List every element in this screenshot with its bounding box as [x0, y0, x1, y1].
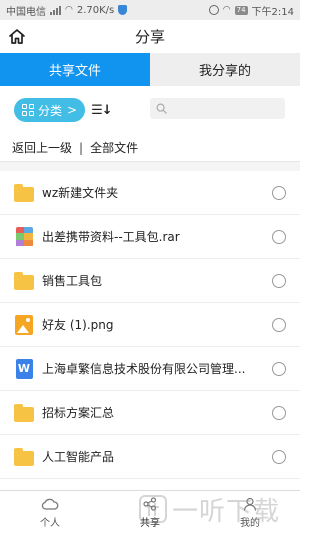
search-box[interactable] — [150, 98, 285, 119]
category-button[interactable]: 分类 > — [14, 98, 86, 122]
grid-icon — [22, 104, 34, 116]
word-file-icon: W — [14, 358, 34, 379]
sort-icon[interactable]: ☰↓ — [91, 103, 113, 118]
chevron-right-icon: > — [67, 103, 78, 117]
page-title: 分享 — [134, 28, 165, 46]
file-name: 招标方案汇总 — [42, 406, 115, 420]
select-radio[interactable] — [272, 273, 286, 288]
wifi-icon: ◠ — [222, 5, 231, 15]
shield-icon — [118, 5, 128, 15]
cloud-icon — [41, 496, 59, 512]
file-name: 上海卓繁信息技术股份有限公司管理... — [42, 362, 246, 376]
folder-icon — [14, 183, 34, 203]
carrier-label: 中国电信 — [6, 6, 46, 18]
list-item[interactable]: 招标方案汇总 — [0, 391, 300, 435]
file-name: 好友 (1).png — [42, 318, 114, 332]
list-item[interactable]: 人工智能产品 — [0, 435, 300, 479]
list-item[interactable]: wz新建文件夹 — [0, 171, 300, 215]
archive-icon — [14, 226, 34, 247]
share-icon — [143, 496, 157, 512]
nav-mine-label: 我的 — [240, 517, 260, 529]
status-time: 下午2:14 — [251, 6, 294, 18]
nav-shared[interactable]: 共享 — [100, 491, 200, 533]
breadcrumb: 返回上一级 | 全部文件 — [0, 134, 300, 162]
bottom-nav: 个人 共享 我的 — [0, 490, 300, 533]
nav-personal[interactable]: 个人 — [0, 491, 100, 533]
list-item[interactable]: 出差携带资料--工具包.rar — [0, 215, 300, 259]
tab-shared-files[interactable]: 共享文件 — [0, 53, 150, 86]
select-radio[interactable] — [272, 317, 286, 332]
status-bar: 中国电信 ◠ 2.70K/s ◠ 74 下午2:14 — [0, 0, 300, 20]
nav-shared-label: 共享 — [140, 517, 160, 529]
file-name: 出差携带资料--工具包.rar — [42, 230, 180, 244]
search-icon — [156, 103, 167, 114]
list-item[interactable]: 销售工具包 — [0, 259, 300, 303]
select-radio[interactable] — [272, 449, 286, 464]
breadcrumb-separator: | — [79, 140, 84, 155]
image-file-icon — [14, 314, 34, 335]
signal-icon — [50, 5, 61, 15]
select-radio[interactable] — [272, 405, 286, 420]
filter-row: 分类 > ☰↓ — [0, 86, 300, 134]
network-speed: 2.70K/s — [76, 4, 115, 16]
file-list: wz新建文件夹 出差携带资料--工具包.rar 销售工具包 好友 (1).png… — [0, 171, 300, 479]
select-radio[interactable] — [272, 185, 286, 200]
file-name: 销售工具包 — [42, 274, 103, 288]
select-radio[interactable] — [272, 229, 286, 244]
divider — [0, 162, 300, 171]
list-item[interactable]: W 上海卓繁信息技术股份有限公司管理... — [0, 347, 300, 391]
select-radio[interactable] — [272, 361, 286, 376]
folder-icon — [14, 447, 34, 467]
list-item[interactable]: 好友 (1).png — [0, 303, 300, 347]
all-files-link[interactable]: 全部文件 — [90, 139, 138, 156]
tab-bar: 共享文件 我分享的 — [0, 53, 300, 86]
nav-personal-label: 个人 — [40, 517, 60, 529]
category-label: 分类 — [38, 103, 63, 118]
file-name: wz新建文件夹 — [42, 186, 119, 200]
folder-icon — [14, 271, 34, 291]
user-icon — [243, 496, 257, 512]
title-bar: 分享 — [0, 20, 300, 53]
search-input[interactable] — [171, 102, 281, 115]
wifi-icon: ◠ — [65, 5, 73, 15]
alarm-icon — [208, 5, 219, 15]
back-link[interactable]: 返回上一级 — [12, 139, 72, 156]
battery-icon: 74 — [234, 5, 248, 15]
nav-mine[interactable]: 我的 — [200, 491, 300, 533]
file-name: 人工智能产品 — [42, 450, 115, 464]
tab-my-shares[interactable]: 我分享的 — [150, 53, 300, 86]
home-button[interactable] — [7, 27, 27, 47]
home-icon — [9, 29, 25, 44]
folder-icon — [14, 403, 34, 423]
